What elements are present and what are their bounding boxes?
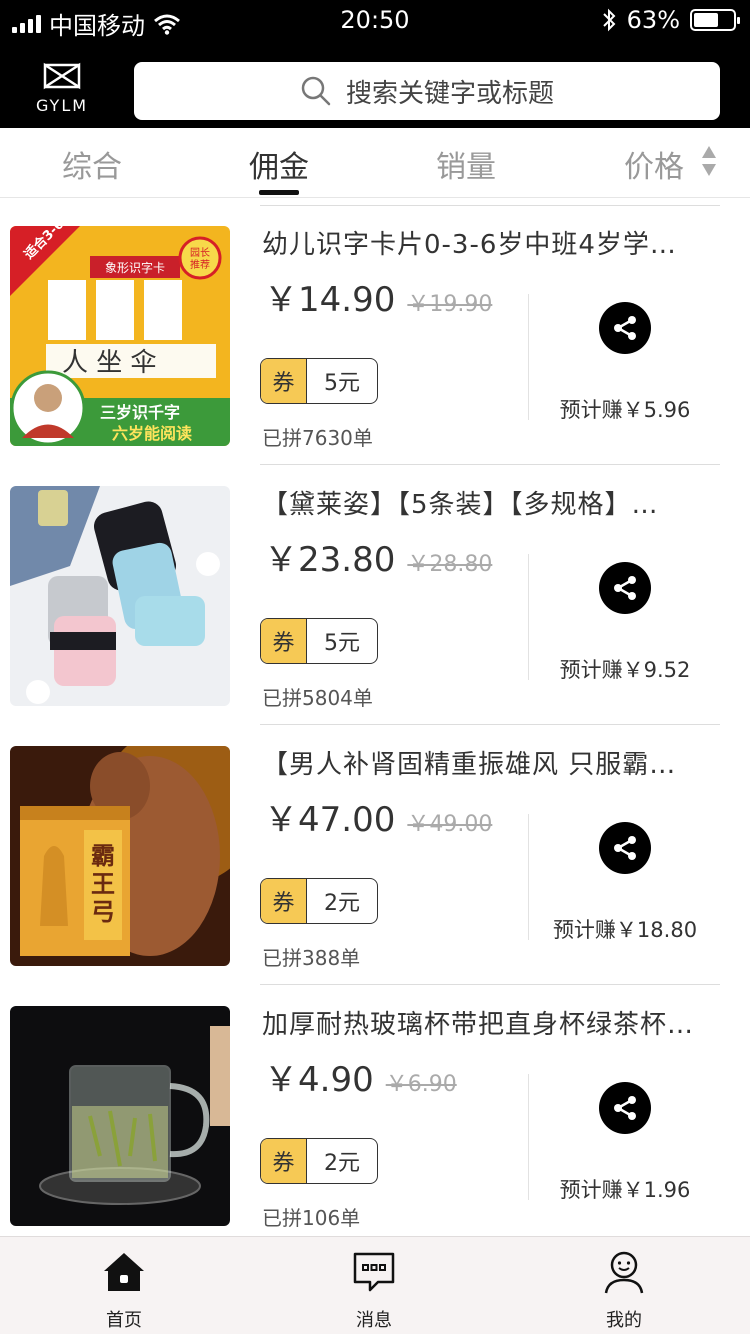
svg-text:六岁能阅读: 六岁能阅读 (112, 424, 192, 443)
estimated-earning: 预计赚￥9.52 (559, 658, 691, 682)
sort-arrows-icon[interactable] (702, 146, 716, 180)
logo-text: GYLM (35, 96, 89, 115)
search-icon (301, 76, 331, 106)
app-header: GYLM 搜索关键字或标题 (0, 40, 750, 128)
status-bar: 中国移动 20:50 63% (0, 0, 750, 40)
tabbar-item-messages[interactable]: 消息 (314, 1249, 434, 1332)
app-logo[interactable]: GYLM (32, 62, 92, 122)
estimated-earning: 预计赚￥18.80 (552, 918, 698, 942)
svg-text:园长: 园长 (190, 247, 210, 259)
svg-text:三岁识千字: 三岁识千字 (100, 403, 180, 422)
svg-text:推荐: 推荐 (190, 258, 210, 271)
original-price: ￥28.80 (407, 552, 493, 577)
product-price: ￥23.80 ￥28.80 (264, 540, 493, 580)
tab-sales[interactable]: 销量 (436, 142, 496, 186)
divider (528, 814, 529, 940)
tab-comprehensive[interactable]: 综合 (62, 142, 122, 186)
bluetooth-icon (602, 8, 616, 32)
product-title[interactable]: 加厚耐热玻璃杯带把直身杯绿茶杯… (262, 1004, 722, 1041)
product-item[interactable]: 霸 王 弓 【男人补肾固精重振雄风 只服霸… ￥47.00 ￥49.00 券 2元 … (0, 718, 750, 985)
share-icon (614, 576, 636, 600)
sort-tabs: 综合 佣金 销量 价格 (0, 128, 750, 198)
product-list[interactable]: 象形识字卡 园长 推荐 适合3-6岁 人 坐 伞 三岁识千字 六岁能阅读 幼儿识… (0, 198, 750, 1236)
divider (528, 1074, 529, 1200)
tabbar-label: 我的 (606, 1310, 642, 1331)
tabbar-item-profile[interactable]: 我的 (564, 1249, 684, 1332)
share-button[interactable] (599, 562, 651, 614)
product-image[interactable]: 象形识字卡 园长 推荐 适合3-6岁 人 坐 伞 三岁识千字 六岁能阅读 (10, 226, 230, 446)
product-price: ￥4.90 ￥6.90 (264, 1060, 457, 1100)
divider (528, 294, 529, 420)
share-button[interactable] (599, 822, 651, 874)
sold-count: 已拼7630单 (262, 426, 373, 450)
product-item[interactable]: 【黛莱姿】【5条装】【多规格】… ￥23.80 ￥28.80 券 5元 已拼5804… (0, 458, 750, 725)
active-tab-indicator (259, 190, 299, 195)
share-icon (614, 316, 636, 340)
tabbar-label: 首页 (106, 1310, 142, 1331)
coupon-badge[interactable]: 券 5元 (260, 358, 378, 404)
tab-commission[interactable]: 佣金 (249, 142, 309, 195)
sold-count: 已拼106单 (262, 1206, 361, 1230)
bottom-tab-bar: 首页 消息 我的 (0, 1236, 750, 1334)
product-title[interactable]: 【男人补肾固精重振雄风 只服霸… (262, 744, 722, 781)
product-price: ￥47.00 ￥49.00 (264, 800, 493, 840)
sold-count: 已拼388单 (262, 946, 361, 970)
svg-text:人 坐 伞: 人 坐 伞 (62, 348, 157, 378)
search-placeholder: 搜索关键字或标题 (345, 78, 554, 109)
product-image[interactable]: 霸 王 弓 (10, 746, 230, 966)
svg-text:王: 王 (91, 870, 115, 898)
divider (528, 554, 529, 680)
svg-text:霸: 霸 (91, 842, 115, 870)
estimated-earning: 预计赚￥5.96 (559, 398, 691, 422)
coupon-badge[interactable]: 券 2元 (260, 1138, 378, 1184)
share-icon (614, 836, 636, 860)
share-button[interactable] (599, 302, 651, 354)
profile-icon (604, 1251, 644, 1294)
search-input[interactable]: 搜索关键字或标题 (134, 62, 720, 120)
product-item[interactable]: 加厚耐热玻璃杯带把直身杯绿茶杯… ￥4.90 ￥6.90 券 2元 已拼106单 预… (0, 978, 750, 1236)
coupon-badge[interactable]: 券 2元 (260, 878, 378, 924)
bowtie-logo-icon (43, 62, 81, 90)
product-title[interactable]: 幼儿识字卡片0-3-6岁中班4岁学… (262, 224, 722, 261)
coupon-badge[interactable]: 券 5元 (260, 618, 378, 664)
svg-text:弓: 弓 (91, 898, 115, 926)
product-image[interactable] (10, 1006, 230, 1226)
share-icon (614, 1096, 636, 1120)
estimated-earning: 预计赚￥1.96 (559, 1178, 691, 1202)
sold-count: 已拼5804单 (262, 686, 373, 710)
home-icon (104, 1253, 144, 1291)
svg-text:象形识字卡: 象形识字卡 (105, 260, 165, 275)
product-item[interactable]: 象形识字卡 园长 推荐 适合3-6岁 人 坐 伞 三岁识千字 六岁能阅读 幼儿识… (0, 198, 750, 465)
product-title[interactable]: 【黛莱姿】【5条装】【多规格】… (262, 484, 722, 521)
share-button[interactable] (599, 1082, 651, 1134)
battery-icon (690, 9, 740, 31)
battery-percent: 63% (626, 6, 680, 34)
tab-price[interactable]: 价格 (624, 142, 684, 186)
original-price: ￥6.90 (385, 1072, 457, 1097)
product-price: ￥14.90 ￥19.90 (264, 280, 493, 320)
message-icon (353, 1252, 395, 1292)
product-image[interactable] (10, 486, 230, 706)
tabbar-label: 消息 (356, 1310, 392, 1331)
original-price: ￥49.00 (407, 812, 493, 837)
tabbar-item-home[interactable]: 首页 (64, 1249, 184, 1332)
original-price: ￥19.90 (407, 292, 493, 317)
